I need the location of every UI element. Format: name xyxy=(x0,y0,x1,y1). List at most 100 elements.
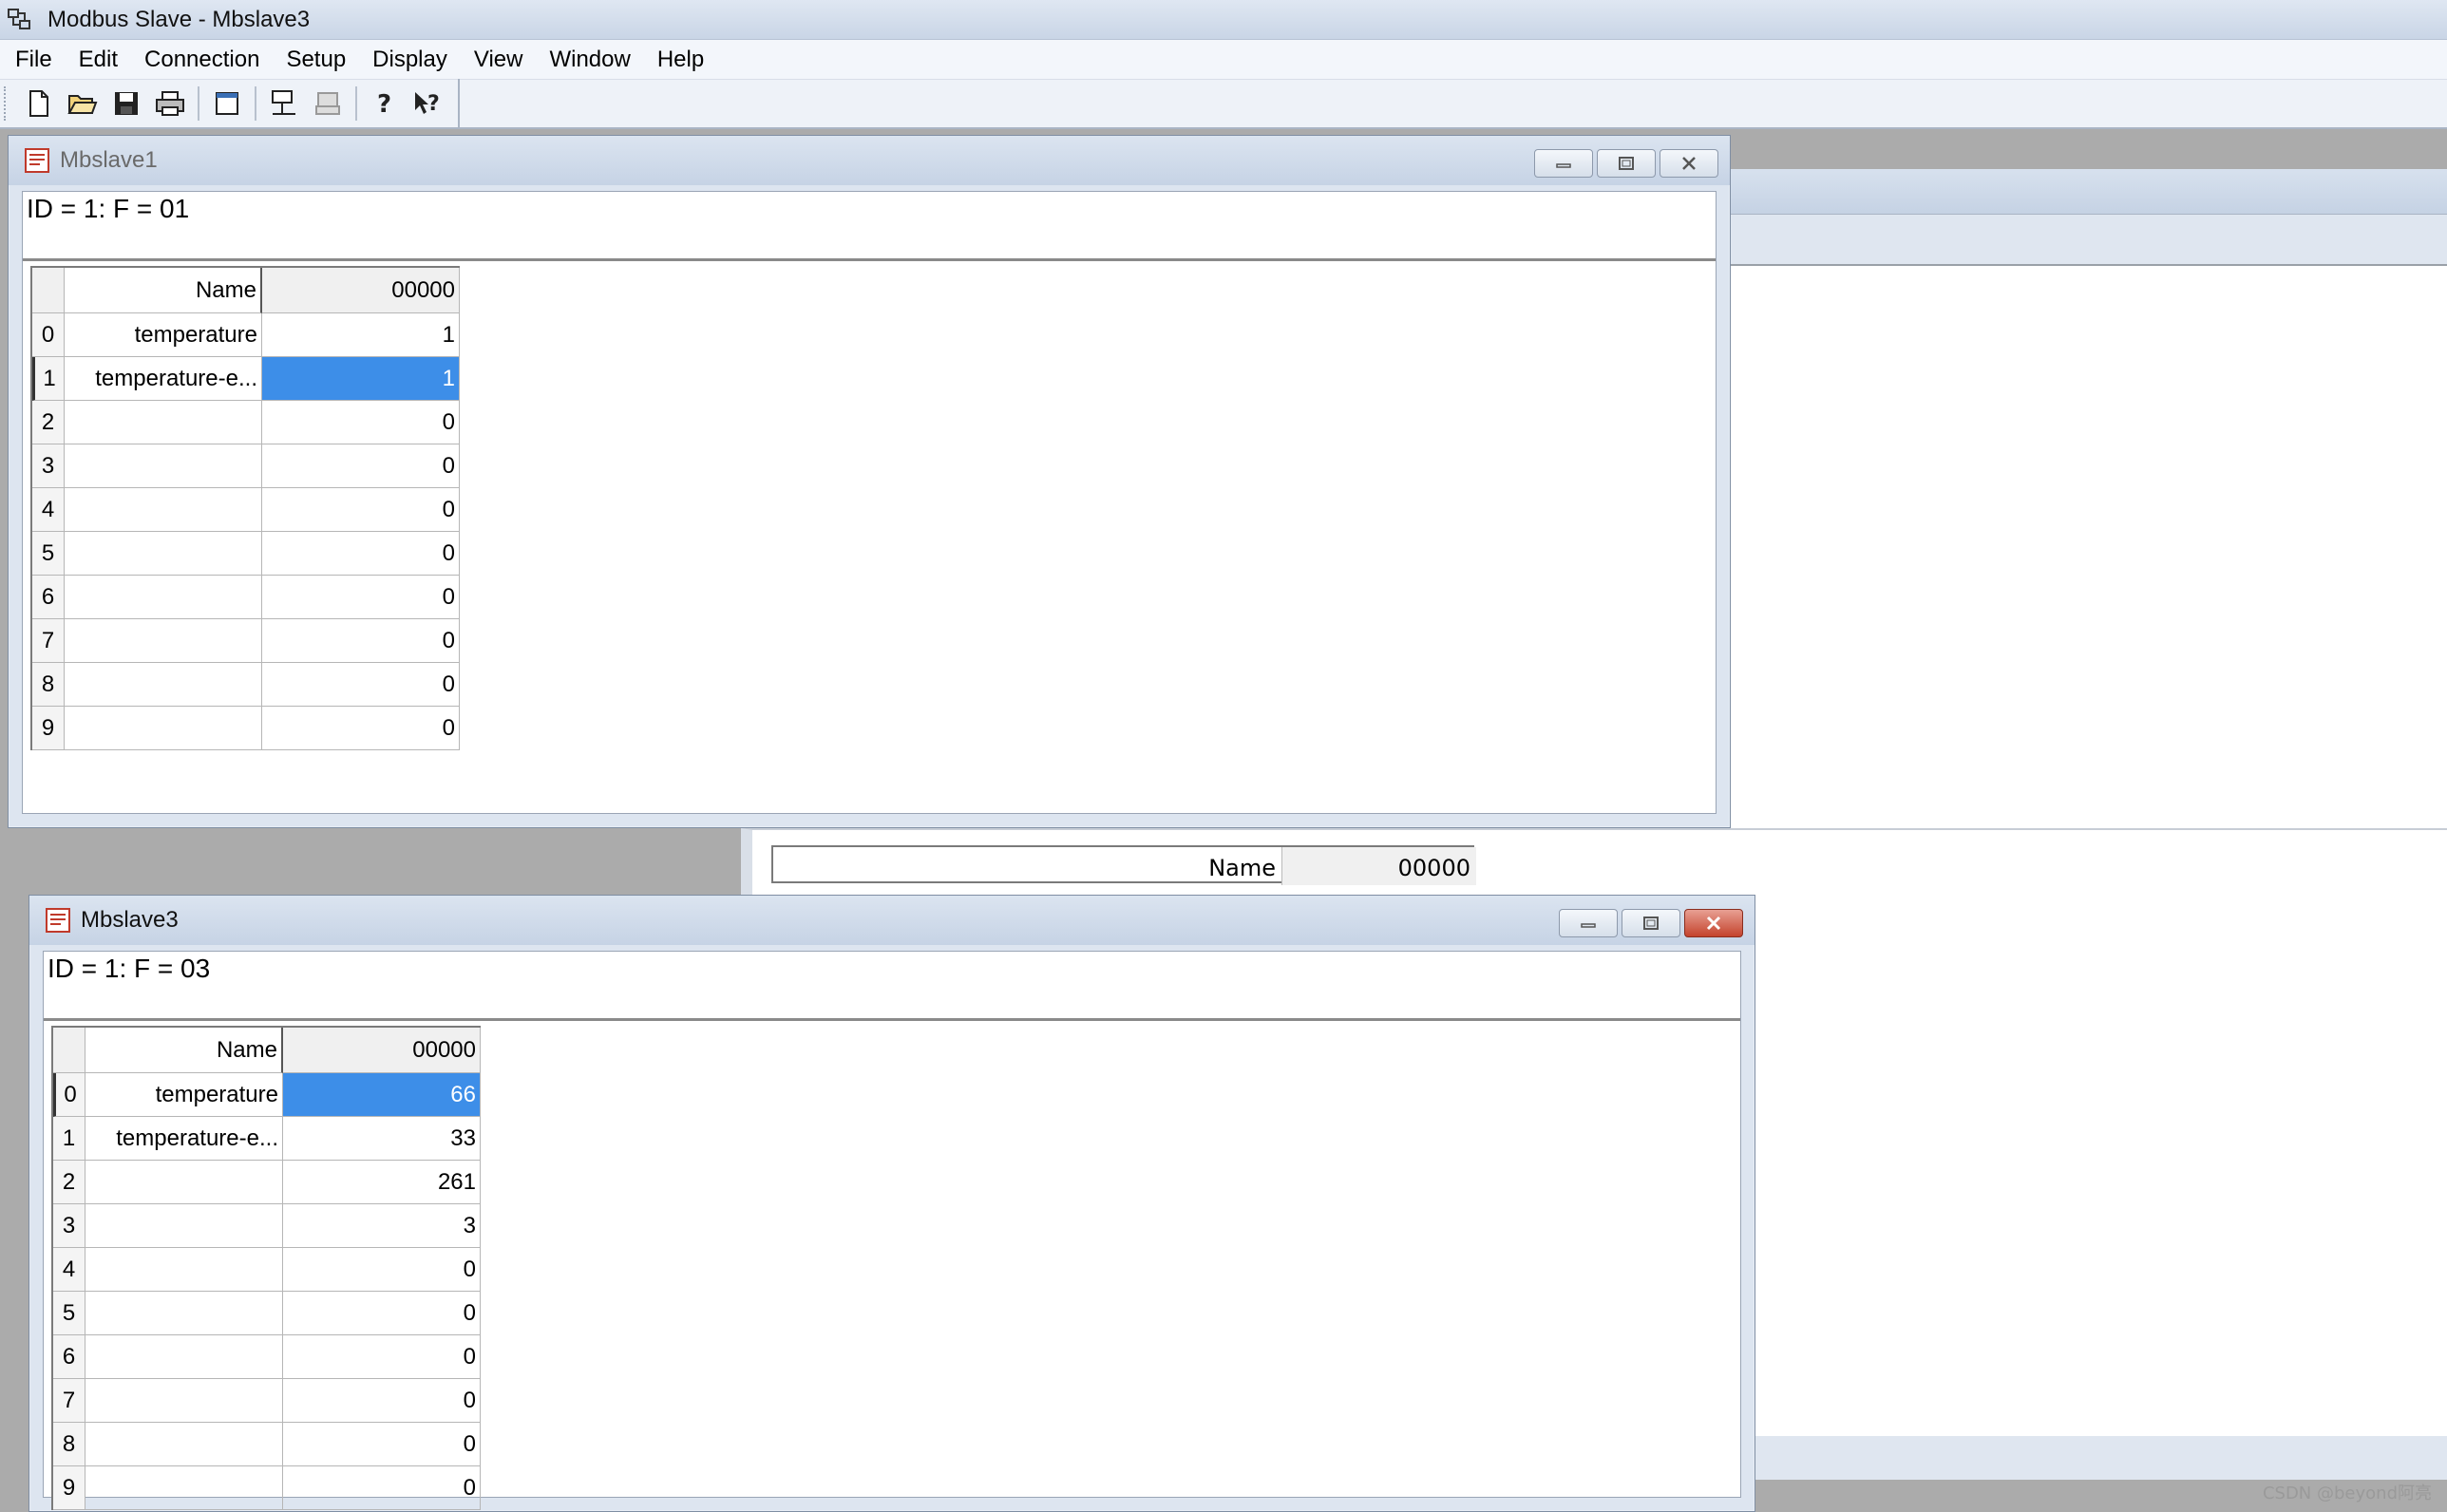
minimize-icon[interactable] xyxy=(1559,909,1618,937)
menu-file[interactable]: File xyxy=(0,40,66,80)
value-cell[interactable]: 1 xyxy=(262,313,460,357)
value-cell[interactable]: 261 xyxy=(283,1161,481,1204)
toolbar-grip[interactable] xyxy=(4,86,9,121)
row-number[interactable]: 4 xyxy=(32,488,65,532)
name-cell[interactable] xyxy=(65,707,262,750)
value-cell[interactable]: 0 xyxy=(262,663,460,707)
table-row: 6 0 xyxy=(32,576,460,619)
value-cell-selected[interactable]: 1 xyxy=(262,357,460,401)
mdi-titlebar[interactable]: Mbslave1 xyxy=(9,136,1730,185)
menu-setup[interactable]: Setup xyxy=(273,40,359,80)
open-folder-icon[interactable] xyxy=(64,85,102,123)
name-cell[interactable] xyxy=(65,444,262,488)
value-cell[interactable]: 0 xyxy=(283,1423,481,1466)
close-icon[interactable] xyxy=(1660,149,1718,178)
context-help-icon[interactable]: ? xyxy=(409,85,447,123)
name-cell[interactable] xyxy=(85,1248,283,1292)
address-column-header[interactable]: 00000 xyxy=(283,1028,481,1073)
mdi-window-mbslave3[interactable]: Mbslave3 ID = 1: F = 03 Name 00000 0 tem… xyxy=(28,895,1755,1512)
name-column-header[interactable]: Name xyxy=(85,1028,283,1073)
row-number[interactable]: 1 xyxy=(53,1117,85,1161)
row-number[interactable]: 6 xyxy=(32,576,65,619)
value-cell[interactable]: 0 xyxy=(262,707,460,750)
value-cell[interactable]: 0 xyxy=(283,1292,481,1335)
row-number[interactable]: 0 xyxy=(32,313,65,357)
row-number[interactable]: 3 xyxy=(53,1204,85,1248)
value-cell[interactable]: 33 xyxy=(283,1117,481,1161)
mdi-window-mbslave1[interactable]: Mbslave1 ID = 1: F = 01 Name 00000 0 tem… xyxy=(8,135,1731,828)
value-cell[interactable]: 0 xyxy=(283,1379,481,1423)
name-cell[interactable]: temperature xyxy=(85,1073,283,1117)
value-cell[interactable]: 0 xyxy=(262,532,460,576)
row-number[interactable]: 1 xyxy=(32,357,65,401)
close-icon[interactable] xyxy=(1684,909,1743,937)
name-cell[interactable] xyxy=(65,532,262,576)
value-cell[interactable]: 0 xyxy=(283,1335,481,1379)
name-cell[interactable] xyxy=(65,619,262,663)
print-icon[interactable] xyxy=(151,85,189,123)
row-number[interactable]: 9 xyxy=(32,707,65,750)
grid-header-row: Name 00000 xyxy=(32,268,460,313)
name-cell[interactable] xyxy=(65,401,262,444)
address-column-header[interactable]: 00000 xyxy=(262,268,460,313)
value-cell[interactable]: 0 xyxy=(262,619,460,663)
value-cell[interactable]: 0 xyxy=(283,1248,481,1292)
name-cell[interactable]: temperature-e... xyxy=(85,1117,283,1161)
table-row: 7 0 xyxy=(32,619,460,663)
help-icon[interactable]: ? xyxy=(366,85,404,123)
name-cell[interactable] xyxy=(85,1379,283,1423)
value-cell[interactable]: 0 xyxy=(262,401,460,444)
menu-display[interactable]: Display xyxy=(359,40,461,80)
name-cell[interactable] xyxy=(85,1204,283,1248)
row-number[interactable]: 5 xyxy=(32,532,65,576)
name-cell[interactable]: temperature xyxy=(65,313,262,357)
row-number[interactable]: 6 xyxy=(53,1335,85,1379)
name-cell[interactable] xyxy=(85,1466,283,1510)
name-cell[interactable] xyxy=(85,1335,283,1379)
name-cell[interactable] xyxy=(85,1423,283,1466)
value-cell[interactable]: 0 xyxy=(262,444,460,488)
table-row: 4 0 xyxy=(32,488,460,532)
maximize-icon[interactable] xyxy=(1597,149,1656,178)
value-cell[interactable]: 0 xyxy=(262,576,460,619)
value-cell[interactable]: 3 xyxy=(283,1204,481,1248)
name-column-header[interactable]: Name xyxy=(65,268,262,313)
name-cell[interactable] xyxy=(85,1292,283,1335)
row-number[interactable]: 4 xyxy=(53,1248,85,1292)
table-row: 1 temperature-e... 1 xyxy=(32,357,460,401)
save-icon[interactable] xyxy=(107,85,145,123)
row-number[interactable]: 2 xyxy=(53,1161,85,1204)
new-document-icon[interactable] xyxy=(20,85,58,123)
row-number[interactable]: 2 xyxy=(32,401,65,444)
row-number[interactable]: 8 xyxy=(32,663,65,707)
menu-edit[interactable]: Edit xyxy=(66,40,131,80)
name-cell[interactable]: temperature-e... xyxy=(65,357,262,401)
table-row: 5 0 xyxy=(53,1292,481,1335)
name-cell[interactable] xyxy=(65,663,262,707)
name-cell[interactable] xyxy=(65,576,262,619)
value-cell[interactable]: 0 xyxy=(283,1466,481,1510)
background-grid-header: Name 00000 xyxy=(771,845,1476,885)
connect-icon[interactable] xyxy=(265,85,303,123)
row-number[interactable]: 7 xyxy=(32,619,65,663)
row-number[interactable]: 8 xyxy=(53,1423,85,1466)
menu-window[interactable]: Window xyxy=(536,40,643,80)
name-cell[interactable] xyxy=(65,488,262,532)
row-number[interactable]: 7 xyxy=(53,1379,85,1423)
row-number[interactable]: 9 xyxy=(53,1466,85,1510)
row-number[interactable]: 0 xyxy=(53,1073,85,1117)
value-cell[interactable]: 0 xyxy=(262,488,460,532)
disconnect-icon[interactable] xyxy=(309,85,347,123)
window-icon[interactable] xyxy=(208,85,246,123)
value-cell-selected[interactable]: 66 xyxy=(283,1073,481,1117)
row-number[interactable]: 5 xyxy=(53,1292,85,1335)
mdi-titlebar[interactable]: Mbslave3 xyxy=(29,896,1755,945)
menu-help[interactable]: Help xyxy=(644,40,717,80)
background-address-header: 00000 xyxy=(1282,847,1476,885)
maximize-icon[interactable] xyxy=(1622,909,1680,937)
minimize-icon[interactable] xyxy=(1534,149,1593,178)
name-cell[interactable] xyxy=(85,1161,283,1204)
menu-connection[interactable]: Connection xyxy=(131,40,273,80)
row-number[interactable]: 3 xyxy=(32,444,65,488)
menu-view[interactable]: View xyxy=(461,40,537,80)
